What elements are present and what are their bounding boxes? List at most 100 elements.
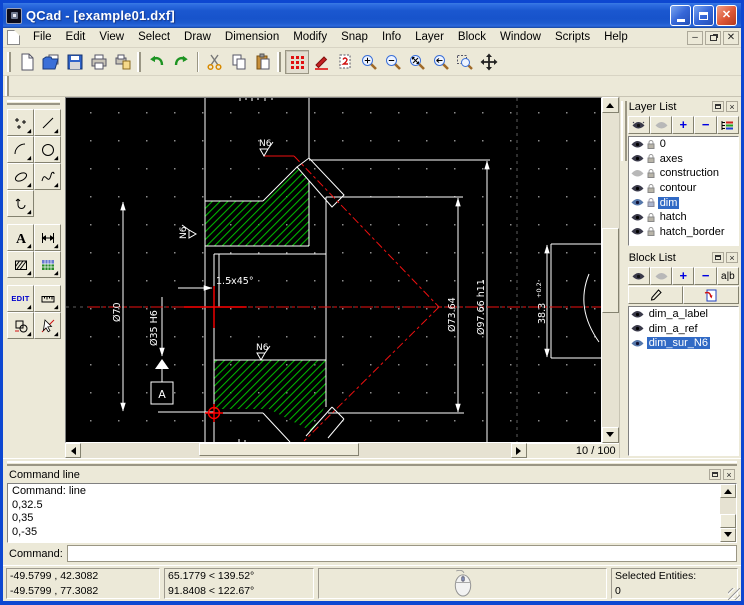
- block-row[interactable]: dim_a_label: [629, 307, 738, 322]
- mdi-restore-button[interactable]: [705, 30, 721, 45]
- redo-button[interactable]: [169, 50, 193, 74]
- zoom-window-button[interactable]: [453, 50, 477, 74]
- save-button[interactable]: [63, 50, 87, 74]
- zoom-in-button[interactable]: [357, 50, 381, 74]
- previous-view-button[interactable]: [429, 50, 453, 74]
- show-all-layers-button[interactable]: [627, 116, 650, 134]
- menu-view[interactable]: View: [92, 29, 131, 46]
- panel-drag-handle[interactable]: [7, 461, 737, 466]
- cad-drawing[interactable]: A Ø70 Ø35 H6 1.5x45° Ø73.64 Ø97.66 h11 3…: [65, 98, 601, 442]
- mdi-close-button[interactable]: ✕: [723, 30, 739, 45]
- new-file-button[interactable]: [15, 50, 39, 74]
- vertical-scroll-thumb[interactable]: [601, 228, 619, 313]
- toolbar-drag-handle[interactable]: [137, 51, 141, 72]
- add-layer-button[interactable]: +: [672, 116, 695, 134]
- menu-window[interactable]: Window: [493, 29, 548, 46]
- remove-block-button[interactable]: −: [694, 267, 717, 285]
- close-panel-button[interactable]: ×: [726, 252, 738, 263]
- maximize-button[interactable]: [693, 5, 714, 26]
- remove-layer-button[interactable]: −: [694, 116, 717, 134]
- vertical-scrollbar[interactable]: [601, 97, 619, 443]
- close-panel-button[interactable]: ×: [723, 469, 735, 480]
- float-panel-button[interactable]: [712, 252, 724, 263]
- polylines-tool-button[interactable]: [7, 190, 34, 217]
- toolbar-drag-handle[interactable]: [277, 51, 281, 72]
- circles-tool-button[interactable]: [34, 136, 61, 163]
- lines-tool-button[interactable]: [34, 109, 61, 136]
- horizontal-scroll-track[interactable]: [81, 443, 511, 458]
- points-tool-button[interactable]: [7, 109, 34, 136]
- measure-tool-button[interactable]: [34, 285, 61, 312]
- toolbar-drag-handle[interactable]: [7, 51, 11, 72]
- horizontal-scrollbar[interactable]: [64, 443, 527, 458]
- menu-dimension[interactable]: Dimension: [218, 29, 286, 46]
- arcs-tool-button[interactable]: [7, 136, 34, 163]
- close-panel-button[interactable]: ×: [726, 101, 738, 112]
- menu-select[interactable]: Select: [131, 29, 177, 46]
- toolbar-drag-handle[interactable]: [5, 76, 9, 96]
- undo-button[interactable]: [145, 50, 169, 74]
- history-scrollbar[interactable]: [720, 484, 736, 542]
- hatch-tool-button[interactable]: [7, 251, 34, 278]
- command-input[interactable]: [66, 545, 737, 562]
- hide-all-layers-button[interactable]: [649, 116, 673, 134]
- menu-help[interactable]: Help: [597, 29, 635, 46]
- open-file-button[interactable]: [39, 50, 63, 74]
- menu-modify[interactable]: Modify: [286, 29, 334, 46]
- menu-layer[interactable]: Layer: [408, 29, 451, 46]
- menu-file[interactable]: File: [26, 29, 59, 46]
- drawing-viewport[interactable]: A Ø70 Ø35 H6 1.5x45° Ø73.64 Ø97.66 h11 3…: [64, 97, 602, 443]
- pan-button[interactable]: [477, 50, 501, 74]
- layer-row[interactable]: contour: [629, 181, 738, 196]
- menu-snap[interactable]: Snap: [334, 29, 375, 46]
- scroll-up-button[interactable]: [720, 484, 736, 498]
- block-row[interactable]: dim_a_ref: [629, 322, 738, 337]
- menu-draw[interactable]: Draw: [177, 29, 218, 46]
- close-button[interactable]: ✕: [716, 5, 737, 26]
- edit-layer-button[interactable]: [716, 116, 740, 134]
- vertical-scroll-track[interactable]: [601, 113, 619, 427]
- scroll-right-button[interactable]: [510, 443, 527, 458]
- edit-tool-button[interactable]: EDIT: [7, 285, 34, 312]
- horizontal-scroll-thumb[interactable]: [198, 443, 359, 456]
- add-block-button[interactable]: +: [672, 267, 695, 285]
- rename-block-button[interactable]: a|b: [716, 267, 740, 285]
- scroll-down-button[interactable]: [720, 528, 736, 542]
- title-bar[interactable]: QCad - [example01.dxf] ✕: [3, 3, 741, 28]
- select-tool-button[interactable]: [34, 312, 61, 339]
- copy-button[interactable]: [227, 50, 251, 74]
- layer-row[interactable]: hatch: [629, 210, 738, 225]
- layer-row[interactable]: 0: [629, 137, 738, 152]
- zoom-out-button[interactable]: [381, 50, 405, 74]
- float-panel-button[interactable]: [709, 469, 721, 480]
- layer-row[interactable]: construction: [629, 166, 738, 181]
- layer-row[interactable]: hatch_border: [629, 225, 738, 240]
- dock-drag-handle[interactable]: [620, 101, 627, 161]
- draft-mode-button[interactable]: [309, 50, 333, 74]
- scroll-down-button[interactable]: [601, 427, 619, 443]
- resize-grip[interactable]: [728, 588, 740, 600]
- app-icon[interactable]: [6, 7, 22, 24]
- float-panel-button[interactable]: [712, 101, 724, 112]
- grid-toggle-button[interactable]: [285, 49, 309, 74]
- blocks-tool-button[interactable]: [7, 312, 34, 339]
- regenerate-button[interactable]: [333, 50, 357, 74]
- scroll-up-button[interactable]: [601, 97, 619, 113]
- show-all-blocks-button[interactable]: [627, 267, 650, 285]
- text-tool-button[interactable]: A: [7, 224, 34, 251]
- menu-edit[interactable]: Edit: [59, 29, 93, 46]
- hide-all-blocks-button[interactable]: [649, 267, 673, 285]
- insert-image-tool-button[interactable]: [34, 251, 61, 278]
- print-preview-button[interactable]: [111, 50, 135, 74]
- auto-zoom-button[interactable]: [405, 50, 429, 74]
- insert-block-button[interactable]: [683, 286, 739, 304]
- layer-row-selected[interactable]: dim: [629, 195, 738, 210]
- mdi-minimize-button[interactable]: –: [687, 30, 703, 45]
- layer-row[interactable]: axes: [629, 152, 738, 167]
- scroll-left-button[interactable]: [64, 443, 81, 458]
- document-icon[interactable]: [7, 30, 20, 45]
- edit-block-button[interactable]: [627, 286, 684, 304]
- menu-block[interactable]: Block: [451, 29, 493, 46]
- menu-scripts[interactable]: Scripts: [548, 29, 597, 46]
- minimize-button[interactable]: [670, 5, 691, 26]
